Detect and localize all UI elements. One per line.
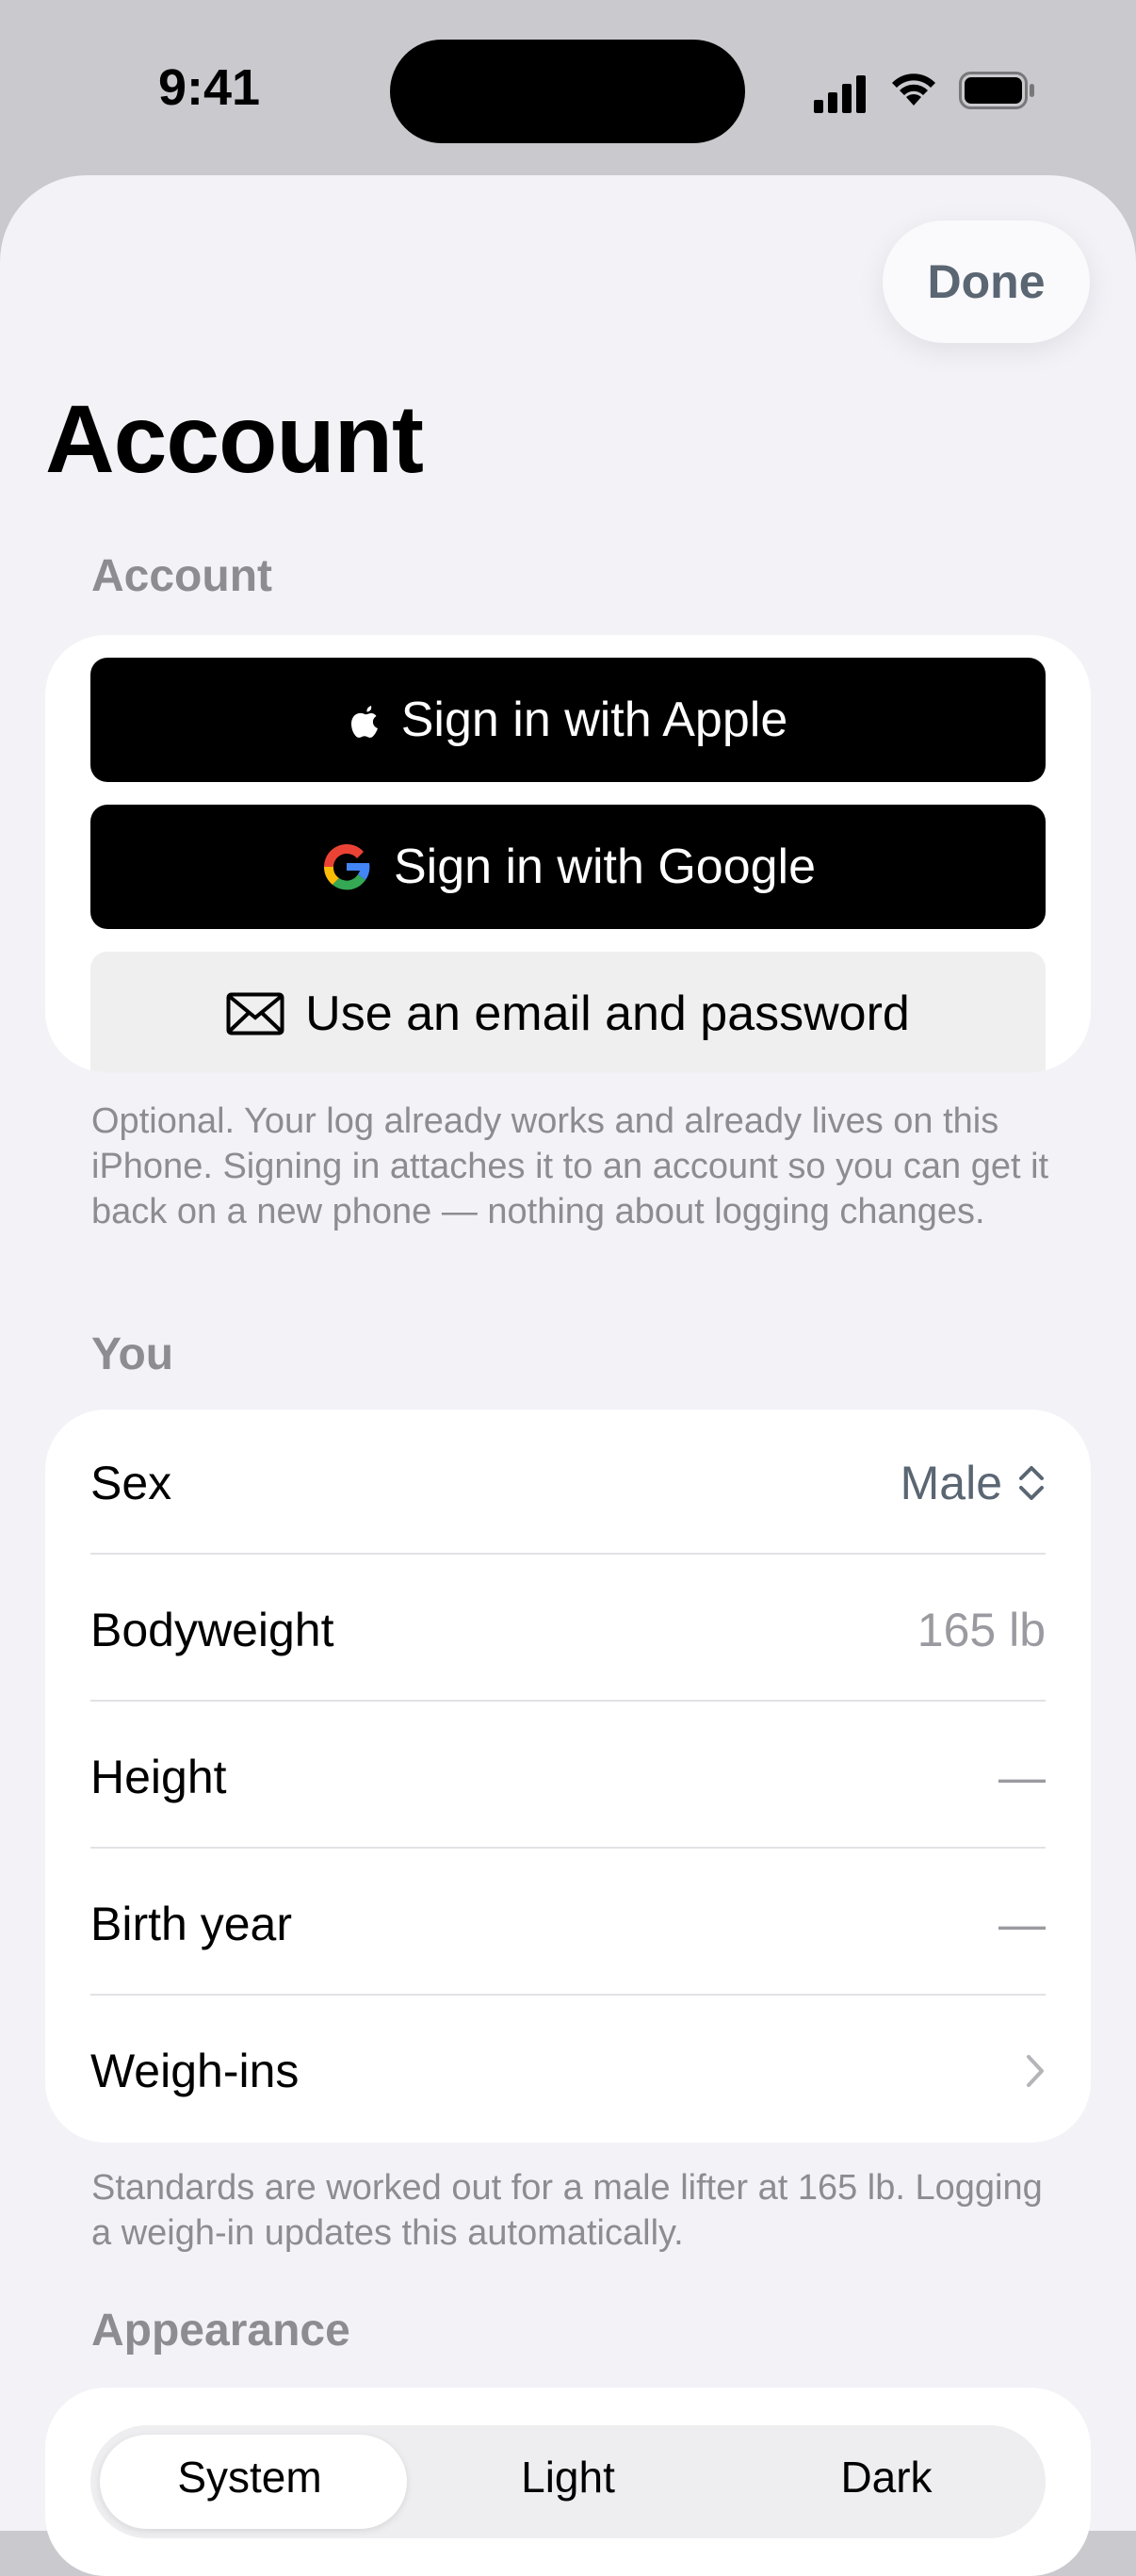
birth-year-value: — — [998, 1898, 1046, 1950]
envelope-icon — [226, 992, 284, 1035]
sign-in-google-label: Sign in with Google — [393, 840, 817, 894]
sex-label: Sex — [90, 1457, 172, 1509]
sign-in-apple-button[interactable]: Sign in with Apple — [90, 658, 1046, 782]
bodyweight-value: 165 lb — [917, 1604, 1046, 1656]
birth-year-label: Birth year — [90, 1898, 292, 1950]
you-section-header: You — [91, 1329, 174, 1379]
google-logo-icon — [320, 840, 373, 893]
status-time: 9:41 — [158, 59, 261, 116]
appearance-segmented-control: System Light Dark — [90, 2425, 1046, 2538]
birth-year-row[interactable]: Birth year — — [90, 1850, 1046, 1997]
chevron-right-icon — [1027, 2055, 1044, 2087]
weigh-ins-label: Weigh-ins — [90, 2045, 300, 2097]
row-separator — [90, 1994, 1046, 1996]
appearance-section-header: Appearance — [91, 2306, 350, 2356]
segment-system[interactable]: System — [90, 2452, 409, 2503]
row-separator — [90, 1553, 1046, 1555]
sex-value: Male — [900, 1457, 1002, 1509]
cellular-signal-icon — [814, 75, 866, 113]
updown-chevron-icon — [1019, 1466, 1044, 1500]
height-value: — — [998, 1751, 1046, 1803]
bodyweight-label: Bodyweight — [90, 1604, 334, 1656]
height-row[interactable]: Height — — [90, 1704, 1046, 1850]
status-bar: 9:41 — [0, 0, 1136, 179]
sign-in-apple-label: Sign in with Apple — [400, 693, 788, 747]
weigh-ins-chevron — [1025, 2053, 1046, 2089]
sign-in-google-button[interactable]: Sign in with Google — [90, 805, 1046, 929]
apple-logo-icon — [349, 701, 381, 739]
height-label: Height — [90, 1751, 227, 1803]
account-card: Sign in with Apple Sign in with Google U… — [45, 635, 1091, 1072]
page-title: Account — [45, 385, 424, 493]
appearance-card: System Light Dark — [45, 2388, 1091, 2576]
sex-row[interactable]: Sex Male — [90, 1410, 1046, 1557]
done-button[interactable]: Done — [883, 220, 1090, 343]
battery-icon — [959, 72, 1034, 109]
row-separator — [90, 1847, 1046, 1849]
dynamic-island — [390, 40, 745, 143]
you-card: Sex Male Bodyweight 165 lb Height — Birt… — [45, 1410, 1091, 2143]
email-password-label: Use an email and password — [305, 986, 910, 1041]
wifi-icon — [892, 73, 935, 106]
weigh-ins-row[interactable]: Weigh-ins — [90, 1997, 1046, 2143]
sex-picker[interactable]: Male — [901, 1456, 1046, 1510]
row-separator — [90, 1700, 1046, 1702]
email-password-button[interactable]: Use an email and password — [90, 952, 1046, 1072]
account-section-header: Account — [91, 551, 272, 601]
segment-light[interactable]: Light — [409, 2452, 727, 2503]
segment-dark[interactable]: Dark — [727, 2452, 1046, 2503]
bodyweight-row[interactable]: Bodyweight 165 lb — [90, 1557, 1046, 1704]
account-footer-note: Optional. Your log already works and alr… — [91, 1101, 1049, 1231]
you-footer-note: Standards are worked out for a male lift… — [91, 2168, 1043, 2253]
